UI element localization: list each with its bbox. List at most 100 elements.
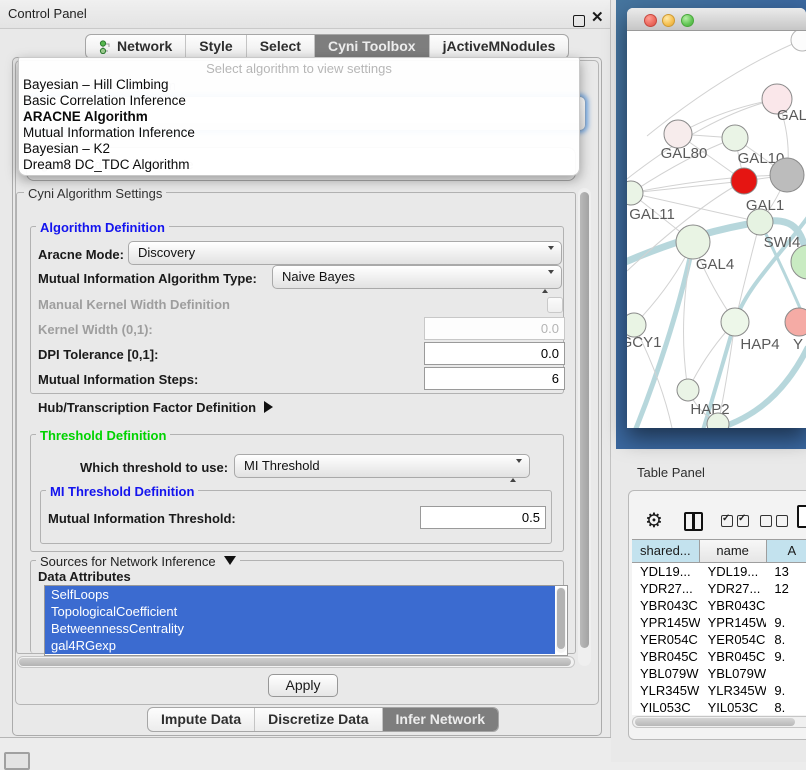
table-row[interactable]: YBL079WYBL079W: [632, 665, 806, 682]
table-panel-title: Table Panel: [637, 465, 705, 480]
gear-icon[interactable]: ⚙: [645, 508, 663, 533]
network-node-hap2[interactable]: [677, 379, 699, 401]
mi-algorithm-type-label: Mutual Information Algorithm Type:: [38, 271, 257, 286]
tab-label: Select: [260, 35, 301, 58]
sources-toggle[interactable]: Sources for Network Inference: [36, 554, 240, 569]
table-cell: 8.: [766, 699, 806, 715]
tab-jactivemnodules[interactable]: jActiveMNodules: [430, 35, 569, 58]
table-cell: YBR043C: [632, 597, 700, 614]
network-node-gal10[interactable]: [722, 125, 748, 151]
attribute-item-selfloops[interactable]: SelfLoops: [45, 586, 555, 603]
dropdown-item-bayesian-hill-climbing[interactable]: Bayesian – Hill Climbing: [19, 77, 579, 93]
dpi-tolerance-field[interactable]: 0.0: [424, 342, 565, 365]
tab-select[interactable]: Select: [247, 35, 315, 58]
table-row[interactable]: YDR27...YDR27...12: [632, 580, 806, 597]
table-cell: 9.: [766, 648, 806, 665]
dropdown-item-basic-correlation-inference[interactable]: Basic Correlation Inference: [19, 93, 579, 109]
column-header-name[interactable]: name: [700, 540, 767, 562]
control-panel-titlebar: Control Panel ✕: [0, 0, 611, 29]
table-cell: YDL19...: [632, 563, 700, 580]
settings-vertical-scrollbar-thumb[interactable]: [580, 192, 589, 648]
column-header-shared[interactable]: shared...: [632, 540, 700, 562]
mi-algorithm-type-value: Naive Bayes: [282, 269, 355, 284]
network-node-gal80[interactable]: [664, 120, 692, 148]
node-label-gal4: GAL4: [696, 256, 734, 273]
table-cell: 9.: [766, 682, 806, 699]
new-document-icon[interactable]: [797, 505, 806, 528]
data-attributes-list[interactable]: SelfLoopsTopologicalCoefficientBetweenne…: [44, 585, 568, 656]
aracne-mode-combobox[interactable]: Discovery: [128, 241, 562, 265]
dropdown-item-bayesian-k2[interactable]: Bayesian – K2: [19, 141, 579, 157]
close-traffic-light-icon[interactable]: [644, 14, 657, 27]
network-window-titlebar[interactable]: [627, 8, 806, 31]
select-all-icon[interactable]: [721, 515, 749, 527]
hub-transcription-factor-label: Hub/Transcription Factor Definition: [38, 400, 256, 415]
tab-cyni-toolbox[interactable]: Cyni Toolbox: [315, 35, 430, 58]
table-cell: YIL053C: [632, 699, 700, 715]
table-cell: YPR145W: [632, 614, 700, 631]
network-node-y[interactable]: [785, 308, 806, 336]
control-panel-window: Control Panel ✕ NetworkStyle Select Cyni T…: [0, 0, 611, 738]
node-label-gal: GAL: [777, 107, 806, 124]
manual-kernel-width-checkbox[interactable]: [547, 297, 563, 313]
table-row[interactable]: YBR043CYBR043C: [632, 597, 806, 614]
table-row[interactable]: YLR345WYLR345W9.: [632, 682, 806, 699]
minimized-panel-icon[interactable]: [4, 752, 30, 770]
mi-algorithm-type-combobox[interactable]: Naive Bayes: [272, 265, 562, 289]
network-canvas[interactable]: GALGAL80GAL10GAL1GAL11SWI4GAL4GCY1HAP4YH…: [627, 31, 806, 428]
attribute-item-topologicalcoefficient[interactable]: TopologicalCoefficient: [45, 603, 555, 620]
tab-label: Infer Network: [396, 708, 485, 731]
table-row[interactable]: YBR045CYBR045C9.: [632, 648, 806, 665]
deselect-all-icon[interactable]: [760, 515, 788, 527]
column-header-a[interactable]: A: [767, 540, 806, 562]
network-node-unlabeled[interactable]: [791, 31, 806, 51]
which-threshold-label: Which threshold to use:: [80, 460, 228, 475]
tab-discretize-data[interactable]: Discretize Data: [255, 708, 382, 731]
table-cell: YLR345W: [632, 682, 700, 699]
tab-label: Cyni Toolbox: [328, 35, 416, 58]
tab-style[interactable]: Style: [186, 35, 246, 58]
attribute-item-betweennesscentrality[interactable]: BetweennessCentrality: [45, 620, 555, 637]
network-node-swi4[interactable]: [747, 209, 773, 235]
network-node-unlabeled[interactable]: [770, 158, 804, 192]
mutual-information-threshold-field[interactable]: 0.5: [420, 506, 546, 529]
network-node-gal1[interactable]: [731, 168, 757, 194]
table-row[interactable]: YDL19...YDL19...13: [632, 563, 806, 580]
collapse-arrow-icon: [224, 556, 236, 565]
dropdown-item-mutual-information-inference[interactable]: Mutual Information Inference: [19, 125, 579, 141]
kernel-width-field[interactable]: 0.0: [424, 317, 565, 340]
table-row[interactable]: YER054CYER054C8.: [632, 631, 806, 648]
minimize-traffic-light-icon[interactable]: [662, 14, 675, 27]
algorithm-definition-title: Algorithm Definition: [36, 220, 169, 235]
tab-network[interactable]: Network: [86, 35, 186, 58]
table-cell: 8.: [766, 631, 806, 648]
table-row[interactable]: YPR145WYPR145W9.: [632, 614, 806, 631]
mi-steps-field[interactable]: 6: [424, 367, 565, 390]
network-node-hap4[interactable]: [721, 308, 749, 336]
which-threshold-combobox[interactable]: MI Threshold: [234, 454, 530, 478]
settings-horizontal-scrollbar-thumb[interactable]: [19, 658, 571, 666]
dropdown-item-aracne-algorithm[interactable]: ARACNE Algorithm: [19, 109, 579, 125]
attribute-item-gal4rgexp[interactable]: gal4RGexp: [45, 637, 555, 654]
tab-infer-network[interactable]: Infer Network: [383, 708, 498, 731]
zoom-traffic-light-icon[interactable]: [681, 14, 694, 27]
node-label-gal80: GAL80: [661, 145, 708, 162]
tab-impute-data[interactable]: Impute Data: [148, 708, 255, 731]
list-scrollbar[interactable]: [556, 587, 566, 653]
control-panel-tabbar: NetworkStyle Select Cyni Toolbox jActiveMNo…: [85, 34, 569, 59]
table-horizontal-scrollbar-thumb[interactable]: [635, 718, 795, 726]
table-cell: 12: [766, 580, 806, 597]
network-node-gal11[interactable]: [627, 181, 643, 205]
apply-button[interactable]: Apply: [268, 674, 338, 697]
dropdown-item-dream8-dc-tdc-algorithm[interactable]: Dream8 DC_TDC Algorithm: [19, 157, 579, 173]
table-cell: YDR27...: [700, 580, 767, 597]
hub-transcription-factor-toggle[interactable]: Hub/Transcription Factor Definition: [38, 400, 273, 415]
screen: { "window": { "title": "Control Panel" }…: [0, 0, 806, 762]
node-table: shared...nameA YDL19...YDL19...13YDR27..…: [632, 539, 806, 715]
table-row[interactable]: YIL053CYIL053C8.: [632, 699, 806, 715]
split-view-icon[interactable]: [684, 512, 703, 531]
close-icon[interactable]: ✕: [591, 10, 604, 25]
float-window-icon[interactable]: [573, 15, 585, 27]
sources-title: Sources for Network Inference: [40, 554, 216, 569]
network-node-gal4[interactable]: [676, 225, 710, 259]
